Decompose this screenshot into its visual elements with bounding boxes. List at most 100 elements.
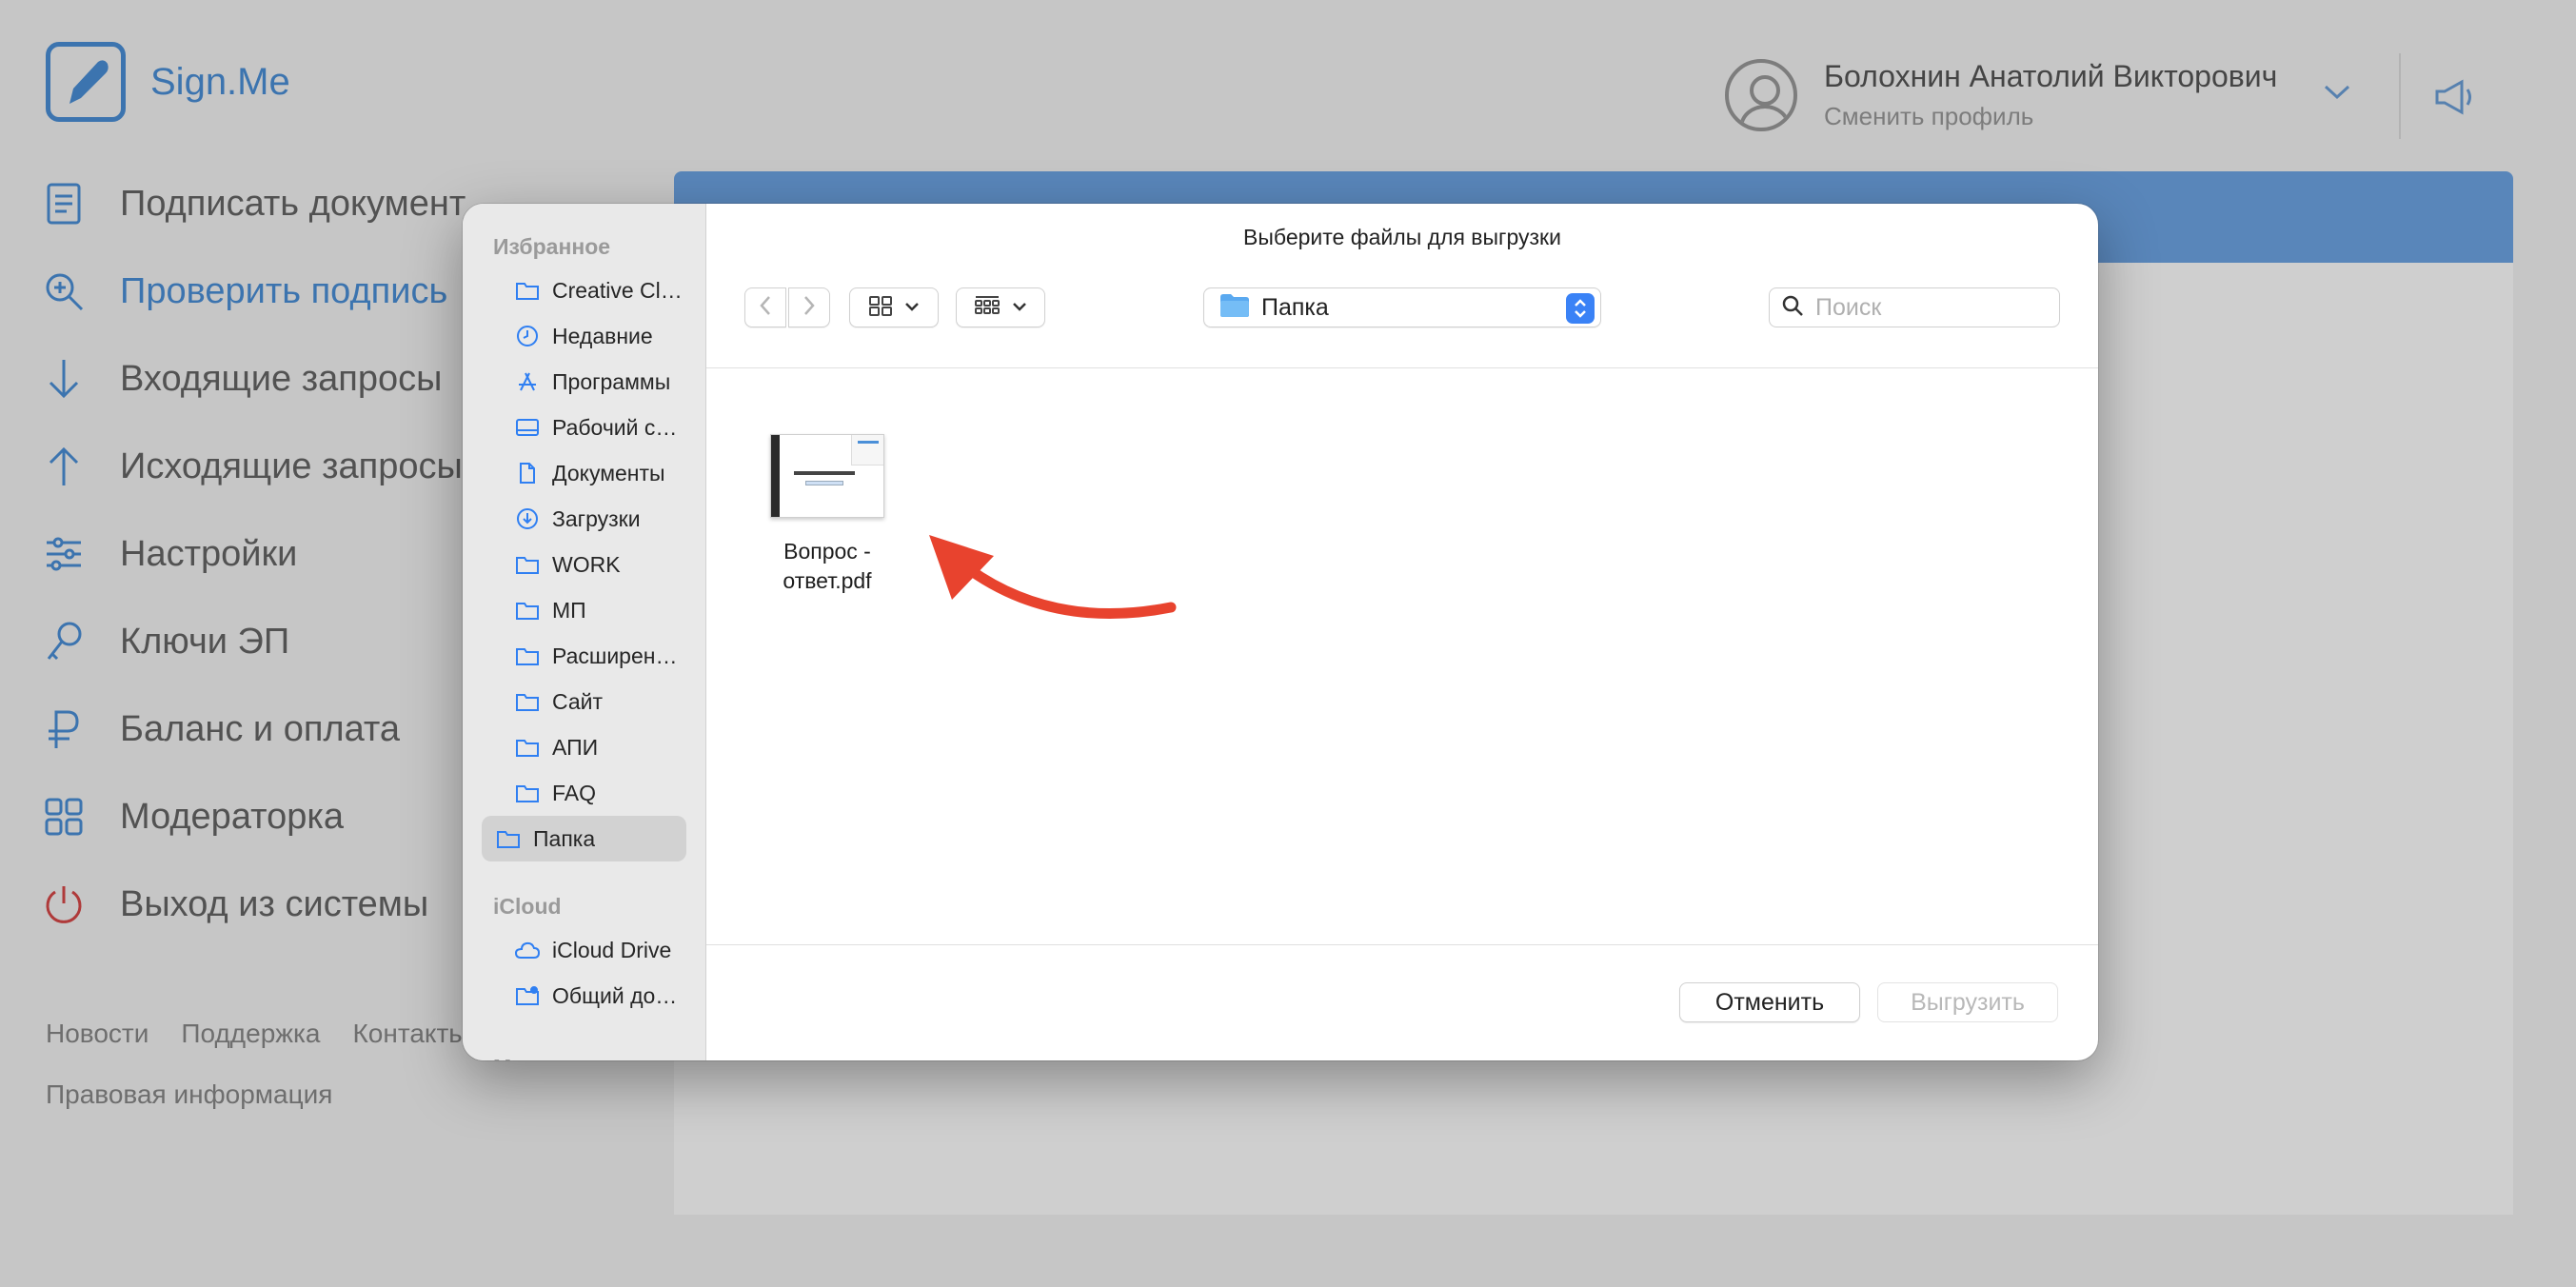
clock-icon xyxy=(514,323,541,349)
sidebar-item-label: Сайт xyxy=(552,688,604,714)
power-icon xyxy=(42,882,86,926)
nav-keys[interactable]: Ключи ЭП xyxy=(42,598,466,685)
nav-sign-document[interactable]: Подписать документ xyxy=(42,160,466,248)
group-view-icon xyxy=(974,295,1001,321)
upload-button[interactable]: Выгрузить xyxy=(1877,982,2058,1022)
key-icon xyxy=(42,620,86,663)
sidebar-item-label: АПИ xyxy=(552,734,599,760)
nav-label: Модераторка xyxy=(120,796,344,837)
logo[interactable]: Sign.Me xyxy=(46,42,290,122)
search-icon xyxy=(1781,294,1804,322)
sidebar-section-favorites: Избранное xyxy=(493,234,611,259)
switch-profile-link[interactable]: Сменить профиль xyxy=(1824,102,2277,131)
sidebar-item-label: Программы xyxy=(552,368,671,394)
sidebar-item-mp[interactable]: МП xyxy=(482,587,686,633)
dialog-sidebar: Избранное Creative Cloud Files Недавние … xyxy=(463,204,706,1060)
header-divider xyxy=(2399,53,2401,139)
search-check-icon xyxy=(42,269,86,313)
chevron-right-icon xyxy=(803,294,816,322)
view-icons-button[interactable] xyxy=(849,287,939,327)
location-select[interactable]: Папка xyxy=(1203,287,1601,327)
sidebar-item-desktop[interactable]: Рабочий стол xyxy=(482,405,686,450)
search-field[interactable] xyxy=(1769,287,2060,327)
annotation-arrow-icon xyxy=(929,535,1177,619)
sidebar-item-shared[interactable]: Общий доступ xyxy=(482,973,686,1019)
footer-contacts-link[interactable]: Контакты xyxy=(352,1019,467,1049)
folder-icon xyxy=(514,597,541,624)
sidebar-item-papka[interactable]: Папка xyxy=(482,816,686,861)
nav-label: Баланс и оплата xyxy=(120,708,400,749)
nav-logout[interactable]: Выход из системы xyxy=(42,861,466,948)
sidebar-item-label: Рабочий стол xyxy=(552,414,686,440)
sidebar-item-label: Папка xyxy=(533,825,596,851)
sidebar-item-applications[interactable]: Программы xyxy=(482,359,686,405)
sidebar-item-icloud-drive[interactable]: iCloud Drive xyxy=(482,927,686,973)
sidebar-item-downloads[interactable]: Загрузки xyxy=(482,496,686,542)
sidebar-item-creative-cloud[interactable]: Creative Cloud Files xyxy=(482,267,686,313)
nav-outgoing-requests[interactable]: Исходящие запросы xyxy=(42,423,466,510)
apps-icon xyxy=(514,368,541,395)
toolbar-divider xyxy=(706,367,2098,368)
footer-legal-link[interactable]: Правовая информация xyxy=(46,1079,332,1110)
footer-divider xyxy=(706,944,2098,945)
back-button[interactable] xyxy=(744,287,786,327)
sidebar-item-documents[interactable]: Документы xyxy=(482,450,686,496)
file-name: Вопрос - ответ.pdf xyxy=(783,539,872,593)
sidebar-item-label: FAQ xyxy=(552,780,597,805)
nav-label: Подписать документ xyxy=(120,183,466,224)
footer-support-link[interactable]: Поддержка xyxy=(181,1019,320,1049)
logo-text: Sign.Me xyxy=(150,60,290,103)
arrow-down-icon xyxy=(42,357,86,401)
footer-links: Новости Поддержка Контакты Правовая инфо… xyxy=(46,1019,467,1140)
file-item[interactable]: Вопрос - ответ.pdf xyxy=(746,434,908,596)
sidebar-section-places: Места xyxy=(463,1019,705,1060)
pdf-thumbnail-icon xyxy=(770,434,884,518)
nav-settings[interactable]: Настройки xyxy=(42,510,466,598)
arrow-up-icon xyxy=(42,445,86,488)
user-profile[interactable]: Болохнин Анатолий Викторович Сменить про… xyxy=(1725,59,2277,131)
chevron-down-icon xyxy=(904,299,920,316)
nav-label: Настройки xyxy=(120,533,298,574)
doc-icon xyxy=(514,460,541,486)
sidebar-item-work[interactable]: WORK xyxy=(482,542,686,587)
search-input[interactable] xyxy=(1815,293,2044,322)
sidebar-item-label: МП xyxy=(552,597,586,623)
nav-balance[interactable]: Баланс и оплата xyxy=(42,685,466,773)
folder-icon xyxy=(495,825,522,852)
grid-icon xyxy=(42,795,86,839)
document-icon xyxy=(42,182,86,226)
sidebar-item-site[interactable]: Сайт xyxy=(482,679,686,724)
cloud-icon xyxy=(514,937,541,963)
chevron-down-icon xyxy=(1012,299,1027,316)
avatar xyxy=(1725,59,1797,131)
folder-icon xyxy=(514,780,541,806)
nav-incoming-requests[interactable]: Входящие запросы xyxy=(42,335,466,423)
desktop-icon xyxy=(514,414,541,441)
folder-icon xyxy=(514,688,541,715)
sidebar-item-label: Creative Cloud Files xyxy=(552,277,686,303)
footer-news-link[interactable]: Новости xyxy=(46,1019,149,1049)
dialog-title: Выберите файлы для выгрузки xyxy=(1243,225,1561,249)
sidebar-item-api[interactable]: АПИ xyxy=(482,724,686,770)
sidebar-item-label: Документы xyxy=(552,460,665,485)
download-icon xyxy=(514,505,541,532)
nav-check-signature[interactable]: Проверить подпись xyxy=(42,248,466,335)
nav-moderation[interactable]: Модераторка xyxy=(42,773,466,861)
sidebar-item-extended[interactable]: Расширенная xyxy=(482,633,686,679)
sidebar-item-recent[interactable]: Недавние xyxy=(482,313,686,359)
main-nav: Подписать документ Проверить подпись Вхо… xyxy=(42,160,466,948)
sidebar-item-label: Общий доступ xyxy=(552,982,686,1008)
megaphone-icon[interactable] xyxy=(2433,78,2475,121)
cancel-button[interactable]: Отменить xyxy=(1679,982,1860,1022)
group-by-button[interactable] xyxy=(956,287,1045,327)
sidebar-item-label: Расширенная xyxy=(552,643,686,668)
sliders-icon xyxy=(42,532,86,576)
folder-icon xyxy=(514,551,541,578)
forward-button[interactable] xyxy=(788,287,830,327)
file-picker-dialog: Избранное Creative Cloud Files Недавние … xyxy=(463,204,2098,1060)
sidebar-section-icloud: iCloud xyxy=(493,894,562,919)
user-name: Болохнин Анатолий Викторович xyxy=(1824,59,2278,93)
chevron-down-icon[interactable] xyxy=(2323,84,2351,106)
sidebar-item-faq[interactable]: FAQ xyxy=(482,770,686,816)
shared-folder-icon xyxy=(514,982,541,1009)
